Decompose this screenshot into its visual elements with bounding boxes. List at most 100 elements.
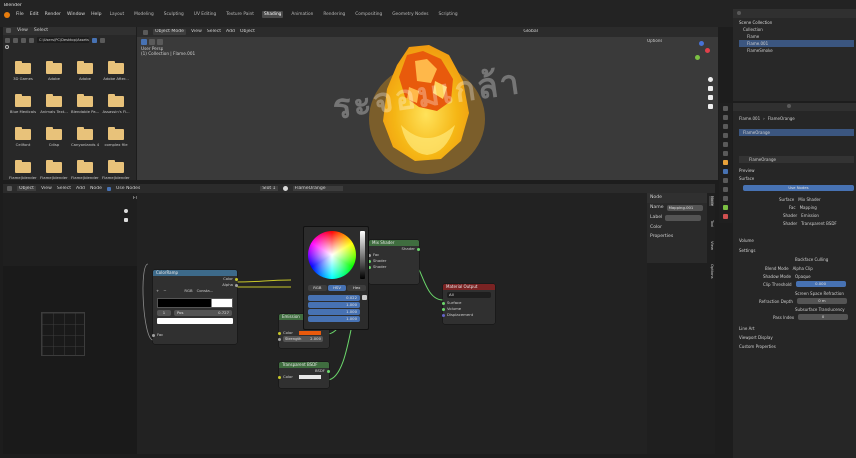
- file-item[interactable]: Assassin's Fi...: [102, 94, 130, 114]
- socket-surface-in[interactable]: [442, 301, 445, 305]
- file-item[interactable]: Animals Text...: [40, 94, 68, 114]
- transparent-color-swatch[interactable]: [298, 375, 321, 379]
- alpha-field[interactable]: 1.000: [308, 316, 360, 322]
- colorramp-node[interactable]: ColorRamp Color Alpha + − RGB Consta... 1…: [152, 270, 238, 344]
- color-mode-select[interactable]: RGB: [184, 288, 192, 294]
- scene-tab-icon[interactable]: [723, 142, 728, 147]
- tab-rendering[interactable]: Rendering: [321, 11, 347, 18]
- hue-field[interactable]: 0.022: [308, 295, 360, 301]
- fb-menu-view[interactable]: View: [17, 28, 28, 34]
- stop-index-field[interactable]: 1: [157, 310, 171, 316]
- socket-color-in[interactable]: [278, 375, 281, 379]
- file-item[interactable]: complex file: [102, 127, 130, 147]
- socket-fac-in[interactable]: [152, 333, 155, 337]
- outliner-flame-001[interactable]: Flame.001: [739, 40, 854, 47]
- menu-edit[interactable]: Edit: [30, 12, 39, 17]
- section-line-art[interactable]: Line Art: [739, 325, 854, 332]
- stop-color-swatch[interactable]: [157, 318, 233, 324]
- transparent-bsdf-node[interactable]: Transparent BSDF BSDF Color: [278, 362, 330, 388]
- screen-space-refraction-checkbox[interactable]: Screen Space Refraction: [739, 290, 854, 297]
- gizmo-z-axis[interactable]: [699, 41, 704, 46]
- data-tab-icon[interactable]: [723, 205, 728, 210]
- 3d-viewport[interactable]: Object Mode View Select Add Object Globa…: [137, 27, 718, 180]
- blend-value[interactable]: Alpha Clip: [793, 265, 813, 272]
- fb-menu-select[interactable]: Select: [34, 28, 48, 34]
- file-item[interactable]: Flame(blender): [102, 160, 130, 180]
- gizmo-x-axis[interactable]: [705, 48, 710, 53]
- file-item[interactable]: Adobe After...: [102, 61, 130, 81]
- material-output-title[interactable]: Material Output: [443, 284, 495, 290]
- select-box-icon[interactable]: [141, 39, 147, 45]
- section-surface[interactable]: Surface: [739, 175, 854, 182]
- sidebar-node-header[interactable]: Node: [647, 193, 707, 203]
- tab-scripting[interactable]: Scripting: [436, 11, 459, 18]
- menu-help[interactable]: Help: [91, 12, 101, 17]
- menu-window[interactable]: Window: [67, 12, 85, 17]
- refraction-value[interactable]: 0 m: [796, 298, 847, 304]
- select-mode-icon[interactable]: [149, 39, 155, 45]
- pass-value[interactable]: 0: [798, 314, 849, 320]
- tab-animation[interactable]: Animation: [289, 11, 315, 18]
- editor-type-icon[interactable]: [6, 28, 11, 33]
- interpolation-select[interactable]: Consta...: [197, 288, 214, 294]
- camera-icon[interactable]: [708, 95, 713, 100]
- value-slider[interactable]: [360, 231, 365, 279]
- socket-alpha-out[interactable]: [235, 283, 238, 287]
- node-label-field[interactable]: [665, 214, 702, 221]
- file-item[interactable]: Flame(blender): [40, 160, 68, 180]
- outliner-flame[interactable]: Flame: [739, 33, 854, 40]
- refresh-icon[interactable]: [29, 37, 34, 43]
- viewport-editor-icon[interactable]: [143, 29, 148, 35]
- socket-color-out[interactable]: [235, 277, 238, 281]
- file-item[interactable]: Flame(blender): [9, 160, 37, 180]
- material-slot[interactable]: FlameOrange: [739, 129, 854, 136]
- file-item[interactable]: Flame(blender): [71, 160, 99, 180]
- menu-file[interactable]: File: [16, 12, 24, 17]
- section-settings[interactable]: Settings: [739, 247, 854, 254]
- filter-icon[interactable]: [92, 37, 97, 43]
- shader-editor[interactable]: Object View Select Add Node Use Nodes Sl…: [3, 184, 715, 454]
- search-icon[interactable]: [5, 45, 9, 49]
- tab-hex[interactable]: Hex: [347, 285, 367, 291]
- outliner-scene-collection[interactable]: Scene Collection: [739, 19, 854, 26]
- display-mode-icon[interactable]: [100, 37, 105, 43]
- file-item[interactable]: Cellfont: [9, 127, 37, 147]
- forward-icon[interactable]: [13, 37, 18, 43]
- vp-menu-object[interactable]: Object: [240, 29, 255, 35]
- view-layer-tab-icon[interactable]: [723, 133, 728, 138]
- value-field[interactable]: 1.000: [308, 309, 360, 315]
- search-icon[interactable]: [737, 11, 741, 15]
- navigation-gizmo[interactable]: [691, 41, 713, 63]
- zoom-icon[interactable]: [708, 77, 713, 82]
- shader1-value[interactable]: Emission: [801, 212, 819, 219]
- tool-tab-icon[interactable]: [723, 106, 728, 111]
- socket-displacement-in[interactable]: [442, 313, 445, 317]
- vp-menu-add[interactable]: Add: [226, 29, 235, 35]
- socket-color-in[interactable]: [278, 331, 281, 335]
- shader2-value[interactable]: Transparent BSDF: [801, 220, 837, 227]
- color-picker-popup[interactable]: RGB HSV Hex 0.022 1.000 1.000 1.000: [303, 226, 369, 330]
- side-tab-node[interactable]: Node: [709, 196, 714, 206]
- socket-strength-in[interactable]: [278, 337, 281, 341]
- gradient-bar[interactable]: [157, 298, 233, 308]
- vp-menu-view[interactable]: View: [191, 29, 202, 35]
- gizmo-y-axis[interactable]: [695, 55, 700, 60]
- modifier-tab-icon[interactable]: [723, 169, 728, 174]
- file-item[interactable]: Blue Medicals: [9, 94, 37, 114]
- socket-bsdf-out[interactable]: [327, 369, 330, 373]
- tab-rgb[interactable]: RGB: [308, 285, 327, 291]
- world-tab-icon[interactable]: [723, 151, 728, 156]
- material-output-node[interactable]: Material Output All Surface Volume Displ…: [442, 284, 495, 324]
- section-custom-properties[interactable]: Custom Properties: [739, 343, 854, 350]
- section-preview[interactable]: Preview: [739, 167, 854, 174]
- render-tab-icon[interactable]: [723, 115, 728, 120]
- sidebar-properties[interactable]: Properties: [647, 232, 707, 242]
- tab-hsv[interactable]: HSV: [327, 285, 347, 291]
- side-tab-options[interactable]: Options: [709, 264, 714, 279]
- section-viewport-display[interactable]: Viewport Display: [739, 334, 854, 341]
- stop-pos-field[interactable]: Pos 0.727: [174, 310, 232, 316]
- socket-volume-in[interactable]: [442, 307, 445, 311]
- file-item[interactable]: Adobe: [71, 61, 99, 81]
- backface-culling-checkbox[interactable]: Backface Culling: [739, 256, 854, 263]
- ortho-grid-icon[interactable]: [708, 104, 713, 109]
